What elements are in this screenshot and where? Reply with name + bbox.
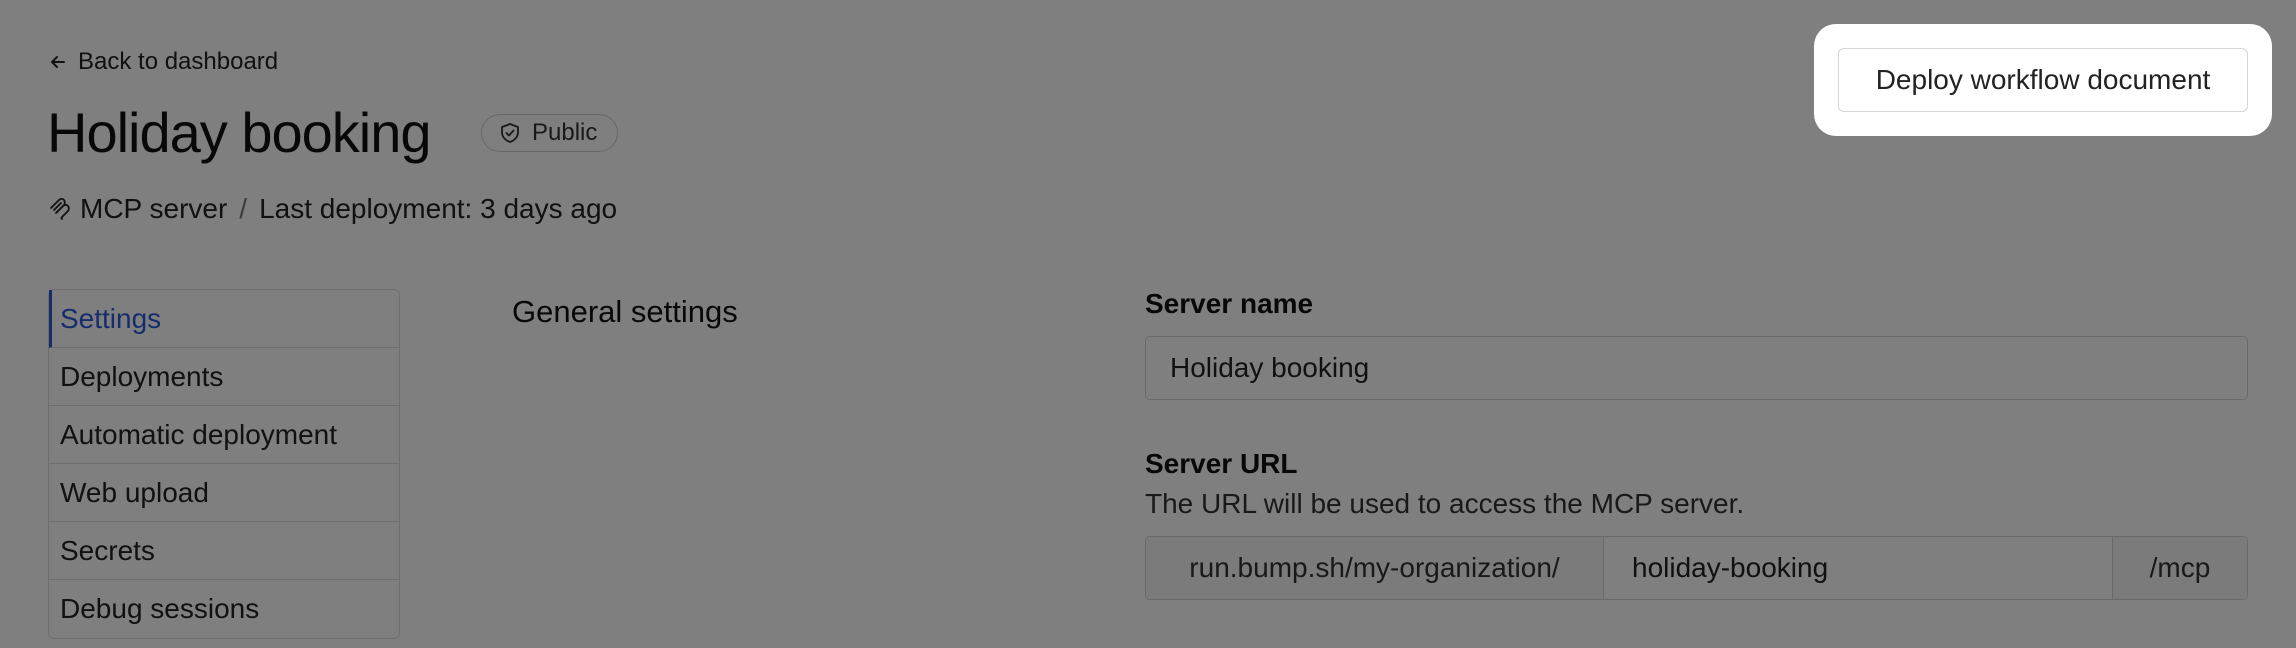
- deploy-highlight: Deploy workflow document: [1814, 24, 2272, 136]
- page: Back to dashboard Holiday booking Public…: [0, 0, 2296, 648]
- deploy-workflow-button[interactable]: Deploy workflow document: [1838, 48, 2248, 112]
